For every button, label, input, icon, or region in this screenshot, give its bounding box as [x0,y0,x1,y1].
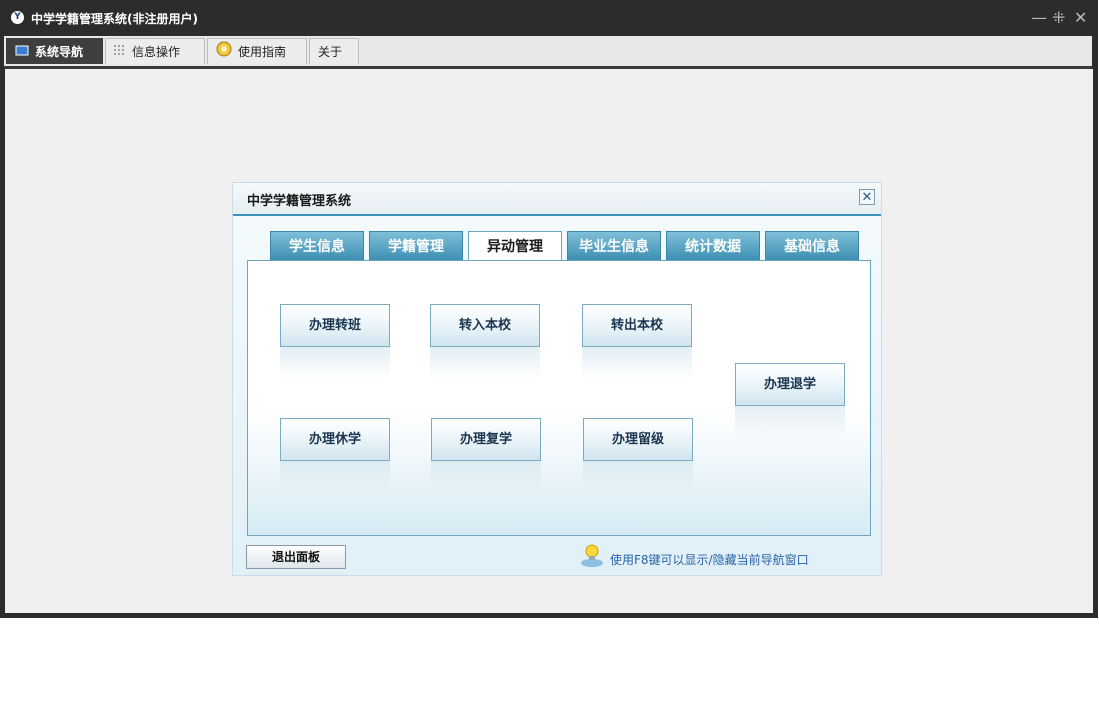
button-reflection [280,347,390,379]
button-reflection [431,461,541,493]
transfer-out-button[interactable]: 转出本校 [582,304,692,347]
withdraw-button[interactable]: 办理退学 [735,363,845,406]
tab-user-guide[interactable]: 使用指南 [207,38,307,64]
tab-about[interactable]: 关于 [309,38,359,64]
title-bar[interactable]: Y 中学学籍管理系统(非注册用户) — ⁜ ✕ [0,0,1098,36]
tab-label: 使用指南 [238,45,287,59]
restore-button[interactable]: ⁜ [1052,8,1065,28]
close-button[interactable]: ✕ [1074,8,1087,28]
tab-label: 信息操作 [132,45,181,59]
main-tab-strip: 系统导航 信息操作 使用指南 关于 [4,36,1092,69]
button-reflection [430,347,540,379]
lightbulb-icon [580,543,604,569]
tab-system-nav[interactable]: 系统导航 [6,38,103,64]
tab-student-info[interactable]: 学生信息 [270,231,364,261]
grid-icon [114,40,126,66]
suspend-button[interactable]: 办理休学 [280,418,390,461]
window-title: 中学学籍管理系统(非注册用户) [31,12,198,26]
minimize-button[interactable]: — [1031,8,1047,28]
hint-text: 使用F8键可以显示/隐藏当前导航窗口 [610,553,809,567]
transfer-in-button[interactable]: 转入本校 [430,304,540,347]
button-reflection [735,406,845,438]
dialog-close-button[interactable]: ✕ [859,189,875,205]
nav-dialog: 中学学籍管理系统 ✕ 学生信息 学籍管理 异动管理 毕业生信息 统计数据 基础信… [232,182,882,576]
exit-panel-button[interactable]: 退出面板 [246,545,346,569]
button-reflection [582,347,692,379]
tab-statistics[interactable]: 统计数据 [666,231,760,261]
dialog-header[interactable]: 中学学籍管理系统 ✕ [233,183,881,216]
monitor-icon [15,40,29,66]
tab-label: 关于 [318,45,343,59]
tab-graduates[interactable]: 毕业生信息 [567,231,661,261]
tab-transfer-mgmt[interactable]: 异动管理 [468,231,562,262]
tab-label: 系统导航 [35,45,84,59]
tab-info-ops[interactable]: 信息操作 [105,38,205,64]
help-circle-icon [216,40,232,66]
repeat-grade-button[interactable]: 办理留级 [583,418,693,461]
button-reflection [280,461,390,493]
resume-button[interactable]: 办理复学 [431,418,541,461]
button-reflection [583,461,693,493]
dialog-title: 中学学籍管理系统 [247,194,352,209]
app-icon: Y [11,11,24,24]
tab-basic-info[interactable]: 基础信息 [765,231,859,261]
change-class-button[interactable]: 办理转班 [280,304,390,347]
tab-enrollment[interactable]: 学籍管理 [369,231,463,261]
